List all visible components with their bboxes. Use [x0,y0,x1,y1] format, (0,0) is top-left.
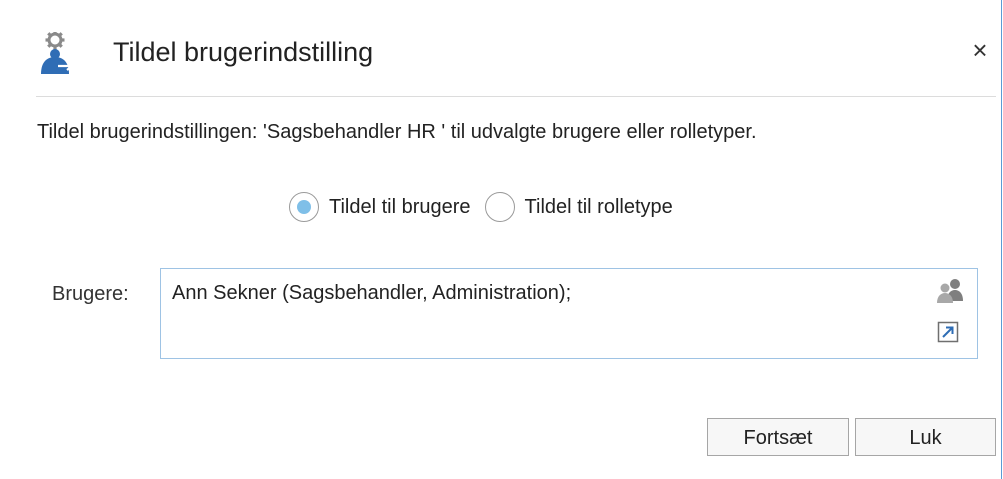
assign-user-setting-dialog: Tildel brugerindstilling × Tildel bruger… [0,0,1002,479]
users-icon[interactable] [935,277,965,305]
assign-mode-radio-group: Tildel til brugere Tildel til rolletype [289,190,687,224]
gear-user-icon [41,32,74,74]
dialog-description: Tildel brugerindstillingen: 'Sagsbehandl… [37,121,757,143]
radio-label: Tildel til rolletype [524,195,673,218]
continue-button[interactable]: Fortsæt [707,418,849,456]
radio-label: Tildel til brugere [329,195,471,218]
radio-assign-users[interactable]: Tildel til brugere [289,192,471,222]
close-icon[interactable]: × [966,36,994,64]
radio-button-checked[interactable] [289,192,319,222]
dialog-title: Tildel brugerindstilling [113,37,374,67]
radio-button-unchecked[interactable] [484,192,515,222]
expand-icon[interactable] [937,321,959,343]
dialog-header: Tildel brugerindstilling × [0,0,1002,96]
header-divider [36,96,996,97]
users-input-value[interactable]: Ann Sekner (Sagsbehandler, Administratio… [172,282,571,305]
users-input[interactable]: Ann Sekner (Sagsbehandler, Administratio… [160,268,978,359]
users-field-label: Brugere: [52,283,129,305]
close-button[interactable]: Luk [855,418,996,456]
radio-assign-roletype[interactable]: Tildel til rolletype [484,192,673,222]
